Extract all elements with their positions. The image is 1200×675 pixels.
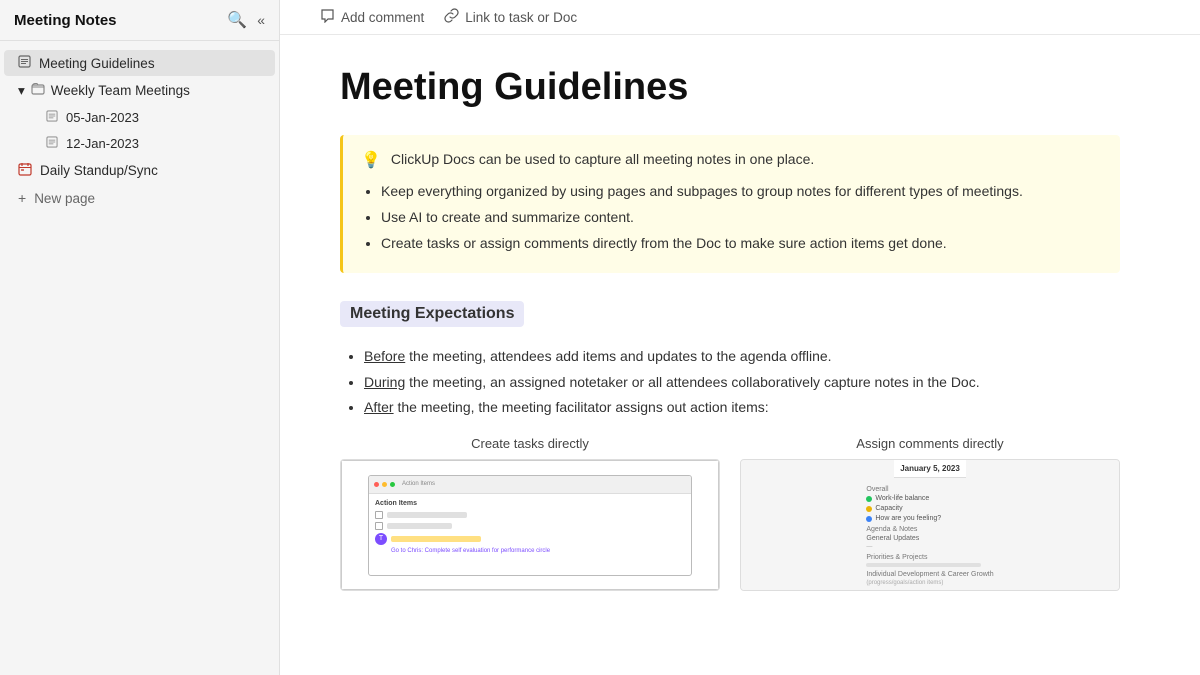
link-icon [444, 8, 459, 26]
plus-icon: + [18, 190, 26, 206]
page-title: Meeting Guidelines [340, 65, 1120, 111]
right-image-caption: Assign comments directly [856, 436, 1003, 451]
doc-icon-jan05 [46, 110, 58, 125]
toolbar: Add comment Link to task or Doc [280, 0, 1200, 35]
chevron-down-icon: ▾ [18, 83, 25, 99]
search-icon[interactable]: 🔍 [227, 10, 247, 30]
folder-icon [31, 82, 45, 99]
list-item-before: Before the meeting, attendees add items … [364, 345, 1120, 369]
callout-bullet-list: Keep everything organized by using pages… [361, 180, 1102, 255]
list-item-during: During the meeting, an assigned notetake… [364, 371, 1120, 395]
jan-05-label: 05-Jan-2023 [66, 110, 139, 125]
right-mock-date: January 5, 2023 [894, 460, 966, 478]
content-area: Meeting Guidelines 💡 ClickUp Docs can be… [280, 35, 1180, 631]
sidebar-header: Meeting Notes 🔍 « [0, 0, 279, 41]
callout-header: 💡 ClickUp Docs can be used to capture al… [361, 149, 1102, 170]
right-image-placeholder: January 5, 2023 Overall Work-life balanc… [740, 459, 1120, 591]
collapse-sidebar-icon[interactable]: « [257, 12, 265, 28]
calendar-icon [18, 162, 32, 179]
sidebar-item-weekly-team-meetings[interactable]: ▾ Weekly Team Meetings [4, 77, 275, 104]
sidebar-item-daily-standup[interactable]: Daily Standup/Sync [4, 157, 275, 184]
expectations-list: Before the meeting, attendees add items … [340, 345, 1120, 420]
before-underline: Before [364, 348, 405, 364]
left-image-caption: Create tasks directly [471, 436, 589, 451]
right-image-block: Assign comments directly January 5, 2023… [740, 436, 1120, 591]
jan-12-label: 12-Jan-2023 [66, 136, 139, 151]
add-comment-button[interactable]: Add comment [320, 8, 424, 26]
lightbulb-icon: 💡 [361, 150, 381, 170]
sidebar-title: Meeting Notes [14, 12, 117, 29]
section-heading-wrapper: Meeting Expectations [340, 301, 1120, 327]
weekly-team-meetings-label: Weekly Team Meetings [51, 83, 190, 98]
sidebar-nav: Meeting Guidelines ▾ Weekly Team Meeting… [0, 41, 279, 220]
daily-standup-label: Daily Standup/Sync [40, 163, 158, 178]
sidebar-item-meeting-guidelines[interactable]: Meeting Guidelines [4, 50, 275, 76]
list-item: Keep everything organized by using pages… [381, 180, 1102, 202]
doc-icon-jan12 [46, 136, 58, 151]
left-image-placeholder: Action Items Action Items [340, 459, 720, 591]
left-image-block: Create tasks directly Action Items Acti [340, 436, 720, 591]
link-task-label: Link to task or Doc [465, 10, 577, 25]
new-page-button[interactable]: + New page [4, 185, 275, 211]
list-item: Create tasks or assign comments directly… [381, 232, 1102, 254]
after-rest: the meeting, the meeting facilitator ass… [394, 399, 769, 415]
during-underline: During [364, 374, 405, 390]
new-page-label: New page [34, 191, 95, 206]
sidebar-item-meeting-guidelines-label: Meeting Guidelines [39, 56, 155, 71]
section-heading: Meeting Expectations [340, 301, 524, 327]
doc-icon [18, 55, 31, 71]
sidebar-header-actions: 🔍 « [227, 10, 265, 30]
image-section: Create tasks directly Action Items Acti [340, 436, 1120, 591]
callout-box: 💡 ClickUp Docs can be used to capture al… [340, 135, 1120, 273]
sidebar-item-jan-05[interactable]: 05-Jan-2023 [4, 105, 275, 130]
after-underline: After [364, 399, 394, 415]
add-comment-label: Add comment [341, 10, 424, 25]
during-rest: the meeting, an assigned notetaker or al… [405, 374, 979, 390]
comment-icon [320, 8, 335, 26]
before-rest: the meeting, attendees add items and upd… [405, 348, 831, 364]
list-item-after: After the meeting, the meeting facilitat… [364, 396, 1120, 420]
list-item: Use AI to create and summarize content. [381, 206, 1102, 228]
callout-main-text: ClickUp Docs can be used to capture all … [391, 149, 814, 170]
link-task-button[interactable]: Link to task or Doc [444, 8, 577, 26]
sidebar-item-jan-12[interactable]: 12-Jan-2023 [4, 131, 275, 156]
sidebar: Meeting Notes 🔍 « Meeting Guidelines ▾ [0, 0, 280, 675]
main-content: Add comment Link to task or Doc Meeting … [280, 0, 1200, 675]
